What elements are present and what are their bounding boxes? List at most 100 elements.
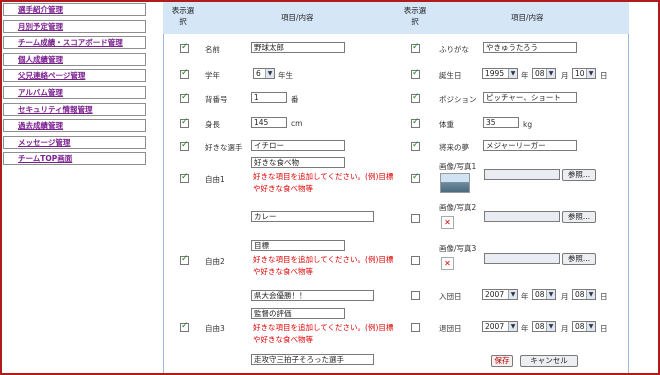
leave-day-value: 08 xyxy=(575,322,585,331)
checkbox-favorite-player[interactable] xyxy=(180,140,189,151)
favorite-player-field[interactable]: イチロー xyxy=(251,140,345,151)
sidebar-item-album[interactable]: アルバム管理 xyxy=(3,85,146,99)
weight-field[interactable]: 35 xyxy=(483,117,519,128)
checkbox-furigana[interactable] xyxy=(411,42,420,53)
header-display-select-right: 表示選 択 xyxy=(399,5,431,27)
checkbox-photo1[interactable] xyxy=(411,172,420,183)
photo2-browse-button[interactable]: 参照... xyxy=(562,211,596,223)
checkbox-grade[interactable] xyxy=(180,68,189,79)
checkbox-number[interactable] xyxy=(180,92,189,103)
leave-month-unit: 月 xyxy=(561,324,569,333)
free2-note-line1: 好きな項目を追加してください。(例)目標 xyxy=(253,255,394,264)
label-height: 身長 xyxy=(205,120,220,129)
sidebar-item-monthly-schedule[interactable]: 月別予定管理 xyxy=(3,19,146,33)
free3-content-field[interactable]: 走攻守三拍子そろった選手 xyxy=(251,354,374,365)
checkbox-photo2[interactable] xyxy=(411,214,420,223)
grade-value: 6 xyxy=(256,69,261,78)
free3-note-line1: 好きな項目を追加してください。(例)目標 xyxy=(253,323,394,332)
label-weight: 体重 xyxy=(439,120,454,129)
checkbox-leave-date[interactable] xyxy=(411,323,420,332)
free1-content-field[interactable]: カレー xyxy=(251,211,374,222)
furigana-field[interactable]: やきゅうたろう xyxy=(483,42,577,53)
cancel-button[interactable]: キャンセル xyxy=(520,355,578,367)
sidebar-item-team-results[interactable]: チーム成績・スコアボード管理 xyxy=(3,36,146,50)
label-free2: 自由2 xyxy=(205,257,225,266)
chevron-down-icon: ▼ xyxy=(586,322,595,331)
checkbox-name[interactable] xyxy=(180,42,189,53)
sidebar-item-team-top[interactable]: チームTOP画面 xyxy=(3,152,146,166)
free3-title-field[interactable]: 監督の評価 xyxy=(251,308,345,319)
free1-title-field[interactable]: 好きな食べ物 xyxy=(251,157,345,168)
broken-image-icon: ✕ xyxy=(441,216,454,229)
join-day-select[interactable]: 08 ▼ xyxy=(572,289,596,300)
header-display-line1: 表示選 xyxy=(171,6,195,15)
position-field[interactable]: ピッチャー、ショート xyxy=(483,92,577,103)
birthday-month-value: 08 xyxy=(535,69,545,78)
name-field[interactable]: 野球太郎 xyxy=(251,42,345,53)
label-dream: 将来の夢 xyxy=(439,143,469,152)
join-day-value: 08 xyxy=(575,290,585,299)
leave-year-select[interactable]: 2007 ▼ xyxy=(482,321,518,332)
checkbox-position[interactable] xyxy=(411,92,420,103)
photo1-browse-button[interactable]: 参照... xyxy=(562,169,596,181)
free2-title-field[interactable]: 目標 xyxy=(251,240,345,251)
checkbox-free1[interactable] xyxy=(180,172,189,183)
label-position: ポジション xyxy=(439,95,477,104)
broken-image-icon: ✕ xyxy=(441,257,454,270)
leave-year-value: 2007 xyxy=(485,322,505,331)
height-unit: cm xyxy=(291,119,303,128)
number-field[interactable]: 1 xyxy=(251,92,287,103)
checkbox-free3[interactable] xyxy=(180,321,189,332)
join-month-value: 08 xyxy=(535,290,545,299)
free2-content-field[interactable]: 県大会優勝！！ xyxy=(251,290,374,301)
join-day-unit: 日 xyxy=(600,292,608,301)
chevron-down-icon: ▼ xyxy=(586,69,595,78)
sidebar-item-player-intro[interactable]: 選手紹介管理 xyxy=(3,3,146,16)
sidebar-item-messages[interactable]: メッセージ管理 xyxy=(3,135,146,149)
save-button[interactable]: 保存 xyxy=(491,355,513,367)
dream-field[interactable]: メジャーリーガー xyxy=(483,140,577,151)
checkbox-birthday[interactable] xyxy=(411,68,420,79)
chevron-down-icon: ▼ xyxy=(546,290,555,299)
join-month-unit: 月 xyxy=(561,292,569,301)
birthday-month-select[interactable]: 08 ▼ xyxy=(532,68,556,79)
birthday-year-unit: 年 xyxy=(521,71,529,80)
height-field[interactable]: 145 xyxy=(251,117,287,128)
join-year-unit: 年 xyxy=(521,292,529,301)
sidebar-item-parent-contact[interactable]: 父兄連絡ページ管理 xyxy=(3,69,146,83)
label-grade: 学年 xyxy=(205,71,220,80)
form-body: 名前 野球太郎 ふりがな やきゅうたろう 学年 6▼ 年生 誕生日 1995▼ … xyxy=(163,34,629,373)
header-display-line1: 表示選 xyxy=(403,6,427,15)
free1-note-line1: 好きな項目を追加してください。(例)目標 xyxy=(253,172,394,181)
label-furigana: ふりがな xyxy=(439,45,469,54)
chevron-down-icon: ▼ xyxy=(586,290,595,299)
birthday-month-unit: 月 xyxy=(561,71,569,80)
join-year-select[interactable]: 2007 ▼ xyxy=(482,289,518,300)
label-photo1: 画像/写真1 xyxy=(439,162,477,171)
photo2-file-field[interactable] xyxy=(484,211,560,222)
checkbox-dream[interactable] xyxy=(411,140,420,151)
checkbox-weight[interactable] xyxy=(411,117,420,128)
grade-select[interactable]: 6 ▼ xyxy=(253,68,275,79)
photo3-file-field[interactable] xyxy=(484,253,560,264)
sidebar-item-past-results[interactable]: 過去成績管理 xyxy=(3,119,146,133)
leave-month-select[interactable]: 08 ▼ xyxy=(532,321,556,332)
birthday-day-select[interactable]: 10 ▼ xyxy=(572,68,596,79)
chevron-down-icon: ▼ xyxy=(508,69,517,78)
photo1-file-field[interactable] xyxy=(484,169,560,180)
leave-day-select[interactable]: 08 ▼ xyxy=(572,321,596,332)
sidebar-item-security[interactable]: セキュリティ情報管理 xyxy=(3,102,146,116)
checkbox-photo3[interactable] xyxy=(411,256,420,265)
chevron-down-icon: ▼ xyxy=(508,290,517,299)
birthday-day-unit: 日 xyxy=(600,71,608,80)
checkbox-free2[interactable] xyxy=(180,254,189,265)
sidebar-item-individual-results[interactable]: 個人成績管理 xyxy=(3,52,146,66)
checkbox-height[interactable] xyxy=(180,117,189,128)
chevron-down-icon: ▼ xyxy=(508,322,517,331)
birthday-year-select[interactable]: 1995 ▼ xyxy=(482,68,518,79)
leave-month-value: 08 xyxy=(535,322,545,331)
checkbox-join-date[interactable] xyxy=(411,291,420,300)
photo3-browse-button[interactable]: 参照... xyxy=(562,253,596,265)
photo1-thumbnail xyxy=(440,173,470,193)
join-month-select[interactable]: 08 ▼ xyxy=(532,289,556,300)
